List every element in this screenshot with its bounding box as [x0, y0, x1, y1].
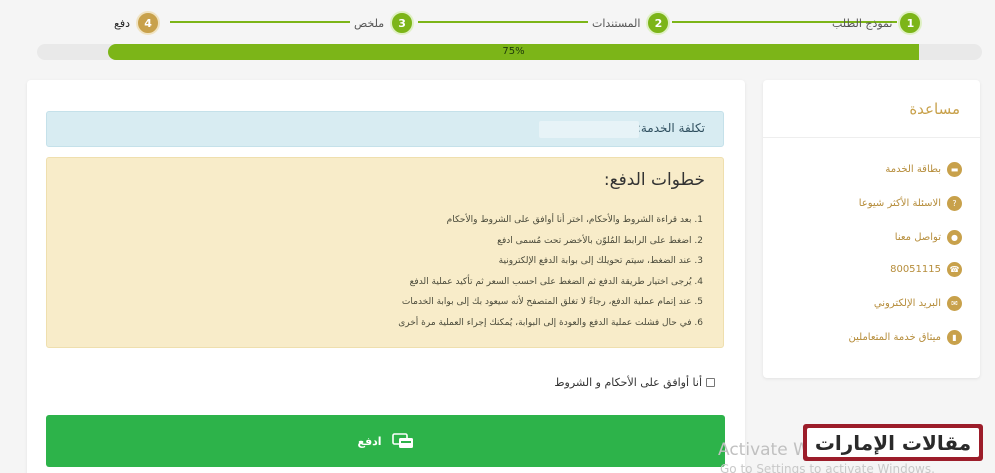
help-item-service-card[interactable]: ▬ بطاقة الخدمة	[885, 162, 962, 177]
location-pin-icon: ●	[947, 230, 962, 245]
help-item-label: تواصل معنا	[894, 232, 941, 243]
service-cost-label: تكلفة الخدمة:	[636, 121, 705, 135]
step-documents[interactable]: 2 المستندات	[592, 11, 671, 35]
site-logo-text: مقالات الإمارات	[807, 428, 979, 457]
site-logo: مقالات الإمارات	[803, 424, 983, 461]
list-item: 2. اضغط على الرابط المُلوّن بالأخضر تحت …	[497, 235, 703, 246]
help-item-label: بطاقة الخدمة	[885, 164, 941, 175]
list-item: 6. في حال فشلت عملية الدفع والعودة إلى ا…	[398, 317, 703, 328]
progress-stepper: 1 نموذج الطلب 2 المستندات 3 ملخص 4 دفع	[0, 0, 995, 44]
payment-steps-list: 1. بعد قراءة الشروط والأحكام، اختر أنا أ…	[398, 210, 703, 333]
list-item: 3. عند الضغط، سيتم تحويلك إلى بوابة الدف…	[498, 256, 703, 266]
help-item-label: ميثاق خدمة المتعاملين	[848, 332, 942, 343]
service-cost-box: تكلفة الخدمة:	[46, 111, 724, 147]
help-title: مساعدة	[909, 100, 960, 118]
progress-bar: 75%	[37, 44, 982, 60]
windows-activation-text: Activate W	[718, 440, 810, 460]
windows-activation-subtext: Go to Settings to activate Windows.	[720, 462, 935, 473]
step-number: 3	[390, 11, 415, 35]
step-summary[interactable]: 3 ملخص	[354, 11, 415, 35]
progress-fill: 75%	[108, 44, 919, 60]
step-request-form[interactable]: 1 نموذج الطلب	[832, 11, 923, 35]
stepper-line	[418, 21, 588, 23]
step-label: دفع	[114, 16, 131, 30]
envelope-icon: ✉	[947, 296, 962, 311]
payment-card-icon	[391, 433, 413, 448]
help-item-label: البريد الإلكتروني	[873, 298, 941, 309]
help-sidebar: مساعدة ▬ بطاقة الخدمة ? الاسئلة الأكثر ش…	[763, 80, 980, 378]
help-item-label: 80051115	[890, 264, 941, 275]
question-icon: ?	[947, 196, 962, 211]
help-item-charter[interactable]: ▮ ميثاق خدمة المتعاملين	[848, 330, 962, 345]
help-item-email[interactable]: ✉ البريد الإلكتروني	[874, 296, 962, 311]
phone-icon: ☎	[947, 262, 962, 277]
agree-checkbox[interactable]	[706, 378, 715, 387]
stepper-line	[170, 21, 350, 23]
step-number: 1	[898, 11, 923, 35]
step-label: المستندات	[592, 16, 641, 30]
help-item-faq[interactable]: ? الاسئلة الأكثر شيوعا	[859, 196, 962, 211]
list-item: 1. بعد قراءة الشروط والأحكام، اختر أنا أ…	[446, 215, 703, 225]
divider	[763, 137, 980, 138]
book-icon: ▮	[947, 330, 962, 345]
step-label: نموذج الطلب	[832, 16, 893, 30]
list-item: 4. يُرجى اختيار طريقة الدفع ثم الضغط على…	[409, 276, 703, 287]
payment-steps-box: خطوات الدفع: 1. بعد قراءة الشروط والأحكا…	[46, 157, 724, 348]
step-payment[interactable]: 4 دفع	[114, 11, 161, 35]
service-card-icon: ▬	[947, 162, 962, 177]
help-item-phone[interactable]: ☎ 80051115	[890, 262, 962, 277]
step-number: 4	[136, 11, 161, 35]
step-label: ملخص	[354, 16, 385, 30]
service-cost-value	[539, 121, 639, 138]
list-item: 5. عند إتمام عملية الدفع، رجاءً لا تغلق …	[401, 297, 703, 307]
payment-panel: تكلفة الخدمة: خطوات الدفع: 1. بعد قراءة …	[27, 80, 745, 473]
help-item-label: الاسئلة الأكثر شيوعا	[858, 198, 941, 209]
pay-button[interactable]: ادفع	[46, 415, 725, 467]
progress-percent: 75%	[502, 46, 525, 57]
pay-button-label: ادفع	[357, 434, 382, 448]
help-item-contact[interactable]: ● تواصل معنا	[895, 230, 962, 245]
agree-label: أنا أوافق على الأحكام و الشروط	[554, 376, 702, 389]
payment-steps-title: خطوات الدفع:	[603, 170, 705, 190]
agree-terms[interactable]: أنا أوافق على الأحكام و الشروط	[554, 376, 715, 389]
step-number: 2	[646, 11, 671, 35]
